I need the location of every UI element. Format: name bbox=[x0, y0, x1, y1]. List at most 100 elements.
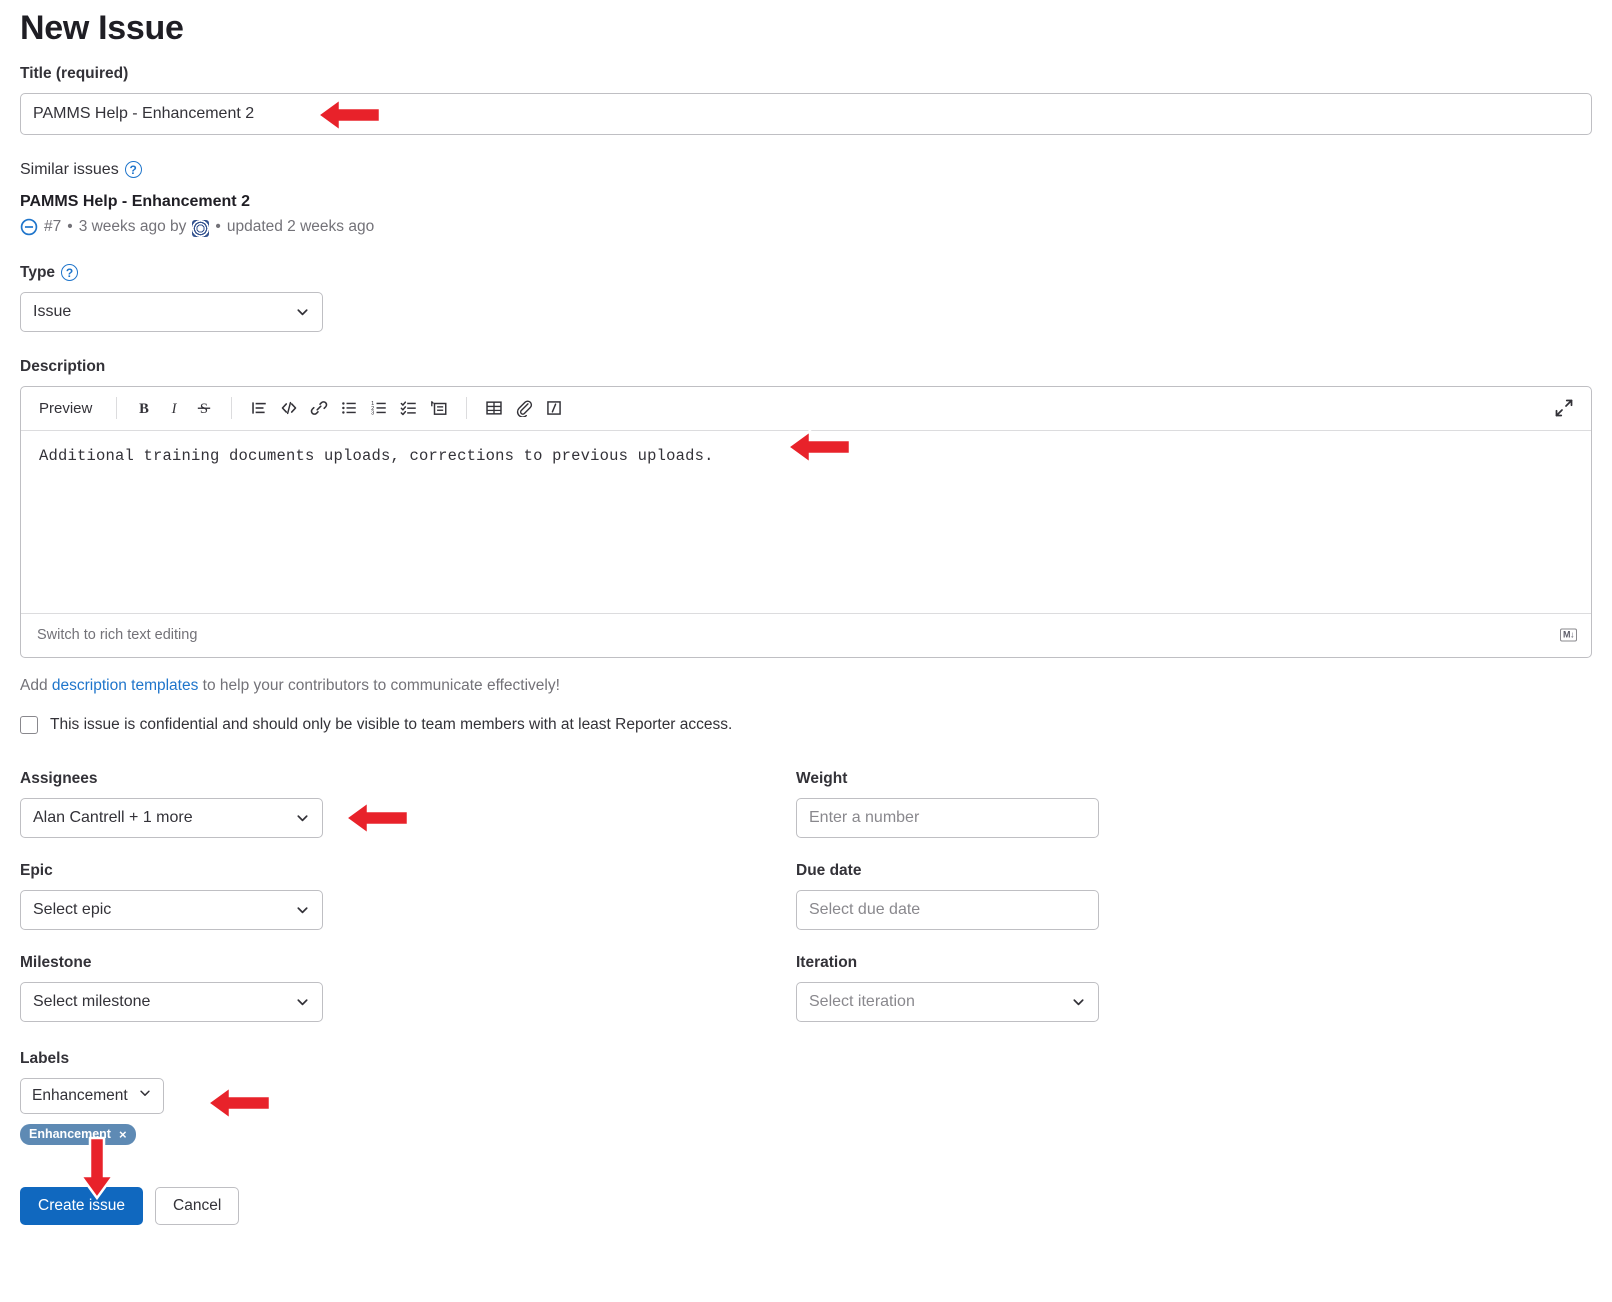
iteration-field: Iteration Select iteration bbox=[796, 954, 1592, 1022]
description-field-group: Description Preview B I S 1 2 3 Addition… bbox=[20, 358, 1592, 658]
create-issue-button[interactable]: Create issue bbox=[20, 1186, 144, 1225]
hint-suffix: to help your contributors to communicate… bbox=[198, 676, 560, 694]
iteration-label: Iteration bbox=[796, 954, 1592, 972]
editor-toolbar: Preview B I S 1 2 3 bbox=[21, 387, 1591, 431]
switch-to-rich-text-link[interactable]: Switch to rich text editing bbox=[37, 627, 197, 643]
epic-label: Epic bbox=[20, 862, 796, 880]
similar-issues-heading-text: Similar issues bbox=[20, 160, 119, 178]
attributes-left-column: Assignees Alan Cantrell + 1 more Epic Se… bbox=[20, 770, 796, 1046]
epic-field: Epic Select epic bbox=[20, 862, 796, 930]
epic-label-text: Epic bbox=[20, 861, 53, 879]
page-title: New Issue bbox=[20, 9, 184, 47]
due-date-field: Due date bbox=[796, 862, 1592, 930]
milestone-field: Milestone Select milestone bbox=[20, 954, 796, 1022]
indent-icon[interactable] bbox=[424, 393, 454, 423]
new-issue-page: New Issue Title (required) Similar issue… bbox=[0, 8, 1612, 1302]
editor-footer: Switch to rich text editing M↓ bbox=[21, 612, 1591, 657]
type-field-group: Type ? Issue bbox=[20, 264, 1592, 332]
weight-label: Weight bbox=[796, 770, 1592, 788]
description-textarea[interactable]: Additional training documents uploads, c… bbox=[21, 428, 1591, 613]
chevron-down-icon bbox=[295, 810, 310, 825]
chevron-down-icon bbox=[138, 1086, 152, 1105]
question-circle-icon[interactable]: ? bbox=[124, 161, 142, 179]
labels-label: Labels bbox=[20, 1050, 1592, 1068]
description-text: Additional training documents uploads, c… bbox=[39, 446, 714, 465]
title-label-text: Title (required) bbox=[20, 64, 129, 82]
italic-icon[interactable]: I bbox=[159, 393, 189, 423]
table-icon[interactable] bbox=[479, 393, 509, 423]
assignees-select[interactable]: Alan Cantrell + 1 more bbox=[20, 797, 323, 838]
remove-label-icon[interactable]: × bbox=[119, 1127, 127, 1142]
markdown-icon[interactable]: M↓ bbox=[1560, 628, 1577, 642]
confidential-checkbox[interactable] bbox=[20, 715, 38, 734]
svg-text:B: B bbox=[139, 401, 149, 417]
milestone-label: Milestone bbox=[20, 954, 796, 972]
heading-icon[interactable] bbox=[244, 393, 274, 423]
epic-select[interactable]: Select epic bbox=[20, 889, 323, 930]
similar-issue-meta: #7 • 3 weeks ago by • updated 2 weeks ag… bbox=[20, 217, 1592, 238]
assignees-label: Assignees bbox=[20, 770, 796, 788]
type-select-value: Issue bbox=[33, 302, 72, 320]
type-label-text: Type bbox=[20, 263, 56, 281]
toolbar-divider bbox=[466, 397, 468, 420]
similar-issue-reference: #7 bbox=[44, 217, 62, 235]
question-circle-icon[interactable]: ? bbox=[61, 264, 79, 282]
form-actions: Create issue Cancel bbox=[20, 1186, 1592, 1225]
attachment-icon[interactable] bbox=[509, 393, 539, 423]
assignees-label-text: Assignees bbox=[20, 769, 98, 787]
chevron-down-icon bbox=[1071, 994, 1086, 1009]
due-date-label-text: Due date bbox=[796, 861, 862, 879]
meta-separator-2: • bbox=[215, 217, 221, 235]
assignees-field: Assignees Alan Cantrell + 1 more bbox=[20, 770, 796, 838]
type-select[interactable]: Issue bbox=[20, 291, 323, 332]
issue-closed-icon bbox=[20, 218, 38, 236]
iteration-select[interactable]: Select iteration bbox=[796, 981, 1099, 1022]
similar-issues-section: Similar issues ? PAMMS Help - Enhancemen… bbox=[20, 160, 1592, 238]
attributes-right-column: Weight Due date Iteration Select iterati… bbox=[796, 770, 1592, 1046]
link-icon[interactable] bbox=[304, 393, 334, 423]
bold-icon[interactable]: B bbox=[129, 393, 159, 423]
labels-label-text: Labels bbox=[20, 1049, 70, 1067]
similar-issue-created: 3 weeks ago by bbox=[78, 217, 187, 235]
description-editor: Preview B I S 1 2 3 Additional training … bbox=[20, 385, 1592, 658]
confidential-label: This issue is confidential and should on… bbox=[50, 715, 733, 733]
issue-title-input[interactable] bbox=[20, 92, 1592, 135]
arrow-pointing-description-text bbox=[786, 428, 852, 466]
weight-label-text: Weight bbox=[796, 769, 848, 787]
due-date-input[interactable] bbox=[796, 889, 1099, 930]
strikethrough-icon[interactable]: S bbox=[189, 393, 219, 423]
code-icon[interactable] bbox=[274, 393, 304, 423]
weight-field: Weight bbox=[796, 770, 1592, 838]
arrow-pointing-assignees-select bbox=[344, 799, 410, 837]
toolbar-divider bbox=[116, 397, 118, 420]
title-field-group: Title (required) bbox=[20, 65, 1592, 135]
weight-input[interactable] bbox=[796, 797, 1099, 838]
svg-text:S: S bbox=[200, 401, 208, 417]
description-templates-link[interactable]: description templates bbox=[52, 677, 198, 694]
cancel-button[interactable]: Cancel bbox=[155, 1186, 240, 1225]
confidential-row: This issue is confidential and should on… bbox=[20, 715, 1592, 734]
preview-toggle[interactable]: Preview bbox=[37, 400, 104, 417]
collapsible-section-icon[interactable] bbox=[539, 393, 569, 423]
meta-separator-1: • bbox=[67, 217, 73, 235]
milestone-select-value: Select milestone bbox=[33, 992, 151, 1010]
type-label: Type ? bbox=[20, 264, 1592, 282]
bullet-list-icon[interactable] bbox=[334, 393, 364, 423]
milestone-select[interactable]: Select milestone bbox=[20, 981, 323, 1022]
labels-select[interactable]: Enhancement bbox=[20, 1077, 164, 1114]
toolbar-divider bbox=[231, 397, 233, 420]
avatar bbox=[192, 220, 210, 238]
hint-prefix: Add bbox=[20, 676, 52, 694]
description-label: Description bbox=[20, 358, 1592, 376]
description-label-text: Description bbox=[20, 357, 106, 375]
labels-field: Labels Enhancement Enhancement × bbox=[20, 1050, 1592, 1200]
labels-select-value: Enhancement bbox=[32, 1086, 128, 1104]
svg-text:3: 3 bbox=[371, 411, 374, 417]
fullscreen-icon[interactable] bbox=[1551, 395, 1577, 421]
title-label: Title (required) bbox=[20, 65, 1592, 83]
similar-issue-updated: updated 2 weeks ago bbox=[226, 217, 375, 235]
description-templates-hint: Add description templates to help your c… bbox=[20, 677, 1592, 695]
numbered-list-icon[interactable]: 1 2 3 bbox=[364, 393, 394, 423]
similar-issue-title[interactable]: PAMMS Help - Enhancement 2 bbox=[20, 193, 1592, 211]
task-list-icon[interactable] bbox=[394, 393, 424, 423]
